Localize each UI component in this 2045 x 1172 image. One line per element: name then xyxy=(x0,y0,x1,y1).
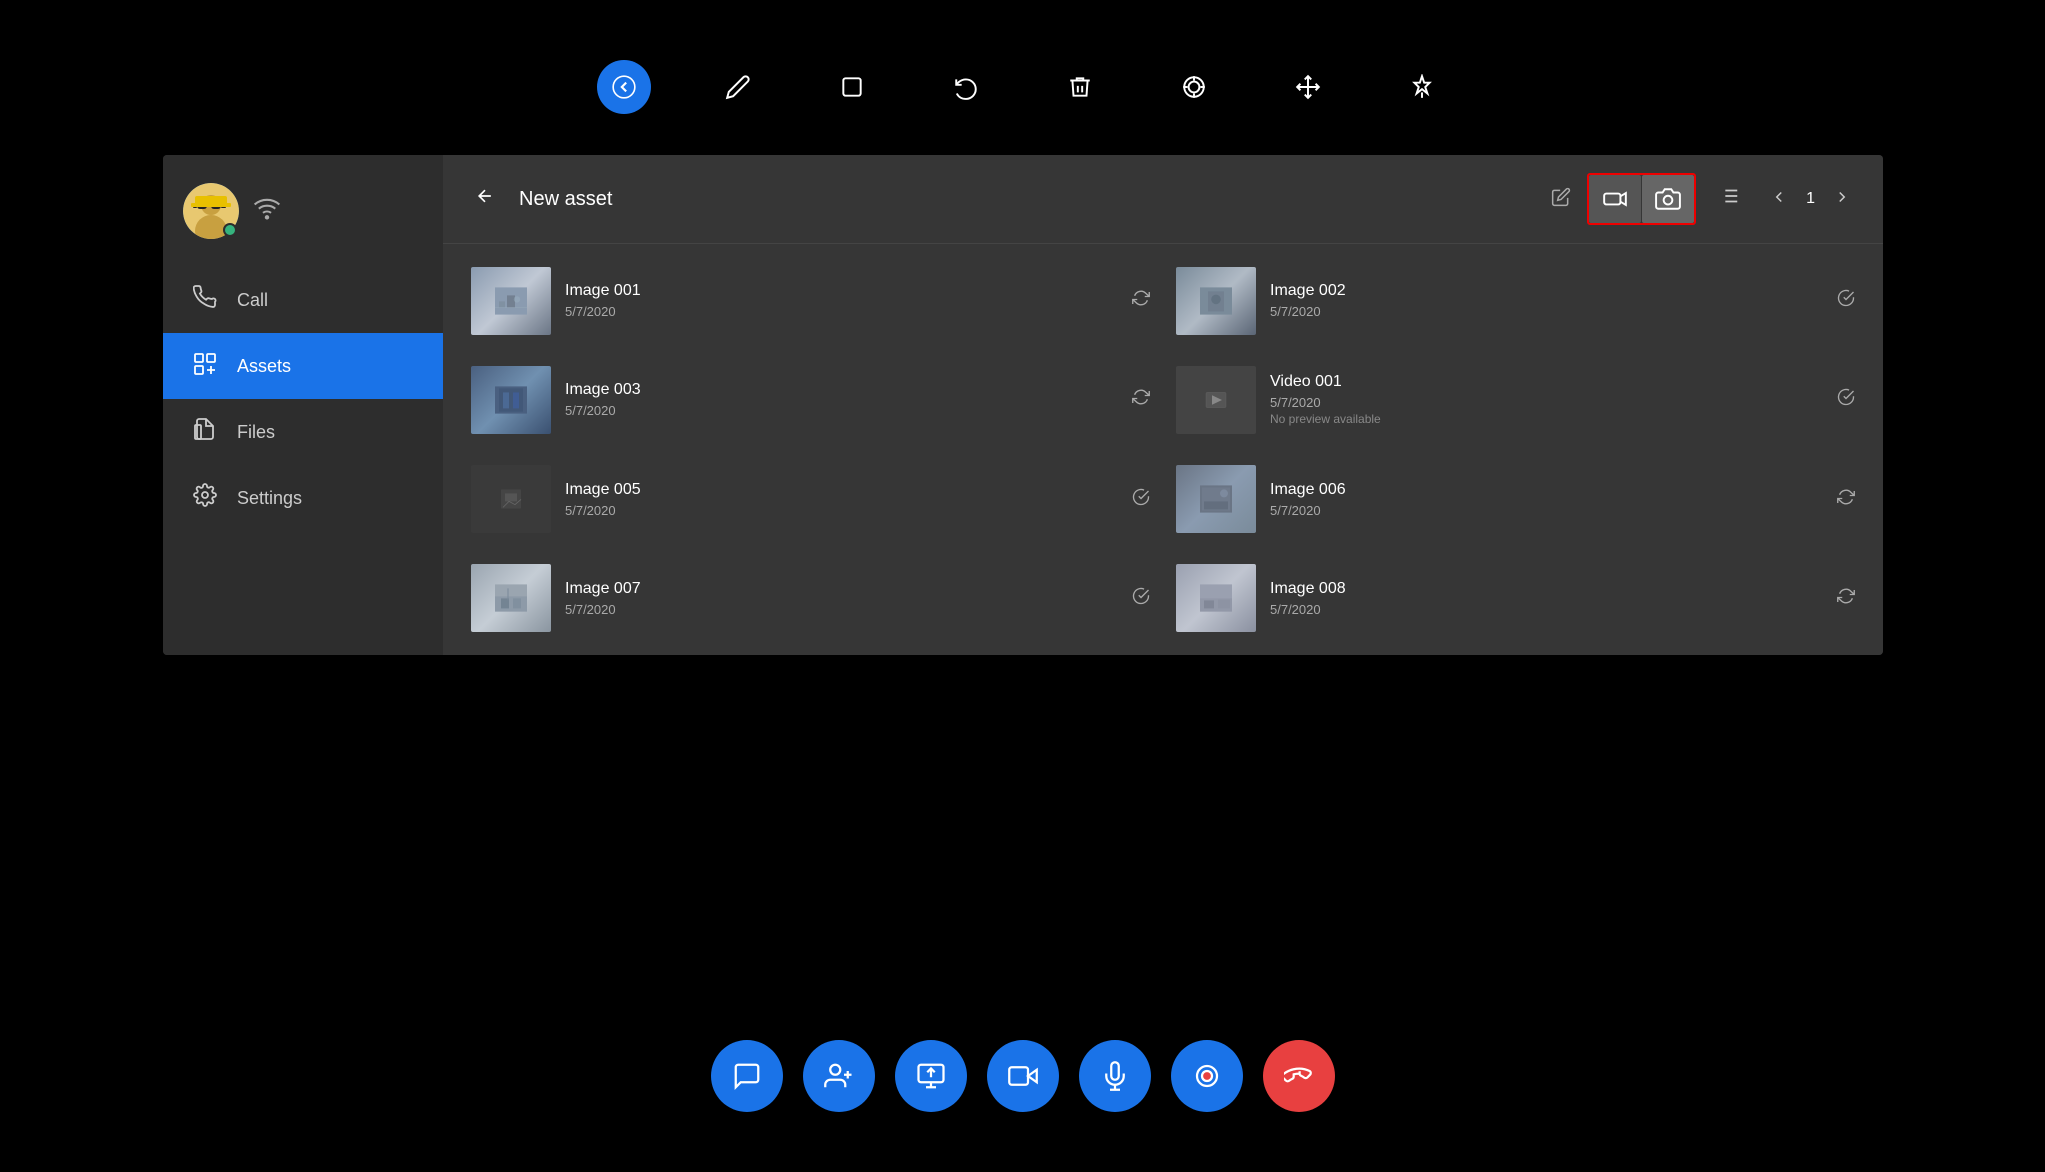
asset-date: 5/7/2020 xyxy=(1270,304,1819,319)
video-view-button[interactable] xyxy=(1589,175,1641,223)
list-item[interactable]: Video 001 5/7/2020 No preview available xyxy=(1164,351,1867,448)
asset-thumbnail xyxy=(471,465,551,533)
list-item[interactable]: Image 002 5/7/2020 xyxy=(1164,252,1867,349)
asset-info: Image 005 5/7/2020 xyxy=(565,481,1114,518)
list-item[interactable]: Image 008 5/7/2020 xyxy=(1164,550,1867,647)
asset-date: 5/7/2020 xyxy=(565,403,1114,418)
check-icon xyxy=(1837,289,1855,312)
back-button[interactable] xyxy=(467,182,503,216)
header-actions: 1 xyxy=(1587,173,1859,225)
connection-icon xyxy=(253,194,281,228)
sidebar: Call Assets xyxy=(163,155,443,655)
asset-info: Image 001 5/7/2020 xyxy=(565,282,1114,319)
asset-date: 5/7/2020 xyxy=(1270,503,1819,518)
share-screen-button[interactable] xyxy=(895,1040,967,1112)
camera-view-button[interactable] xyxy=(1642,175,1694,223)
check-icon xyxy=(1132,488,1150,511)
settings-icon xyxy=(191,483,219,513)
asset-info: Image 007 5/7/2020 xyxy=(565,580,1114,617)
list-view-button[interactable] xyxy=(1704,177,1754,221)
prev-page-button[interactable] xyxy=(1762,184,1796,215)
sync-icon xyxy=(1837,587,1855,610)
sync-icon xyxy=(1132,289,1150,312)
asset-thumbnail xyxy=(1176,465,1256,533)
asset-thumbnail xyxy=(471,366,551,434)
asset-no-preview: No preview available xyxy=(1270,412,1819,426)
target-toolbar-button[interactable] xyxy=(1167,60,1221,114)
record-button[interactable] xyxy=(1171,1040,1243,1112)
delete-toolbar-button[interactable] xyxy=(1053,60,1107,114)
asset-info: Image 008 5/7/2020 xyxy=(1270,580,1819,617)
bottom-call-bar xyxy=(711,1040,1335,1112)
sidebar-item-files[interactable]: Files xyxy=(163,399,443,465)
files-icon xyxy=(191,417,219,447)
stop-toolbar-button[interactable] xyxy=(825,60,879,114)
view-toggle-group xyxy=(1587,173,1696,225)
asset-name: Image 002 xyxy=(1270,282,1819,300)
asset-name: Image 005 xyxy=(565,481,1114,499)
top-toolbar xyxy=(597,60,1449,114)
next-page-button[interactable] xyxy=(1825,184,1859,215)
page-number: 1 xyxy=(1806,190,1815,208)
asset-name: Image 006 xyxy=(1270,481,1819,499)
check-icon xyxy=(1837,388,1855,411)
main-content: New asset xyxy=(443,155,1883,655)
pin-toolbar-button[interactable] xyxy=(1395,60,1449,114)
asset-thumbnail xyxy=(1176,564,1256,632)
asset-thumbnail xyxy=(471,564,551,632)
asset-date: 5/7/2020 xyxy=(1270,602,1819,617)
sidebar-item-files-label: Files xyxy=(237,422,275,443)
list-item[interactable]: Image 007 5/7/2020 xyxy=(459,550,1162,647)
asset-info: Image 002 5/7/2020 xyxy=(1270,282,1819,319)
video-call-button[interactable] xyxy=(987,1040,1059,1112)
mic-button[interactable] xyxy=(1079,1040,1151,1112)
asset-thumbnail xyxy=(1176,366,1256,434)
undo-toolbar-button[interactable] xyxy=(939,60,993,114)
chat-button[interactable] xyxy=(711,1040,783,1112)
end-call-button[interactable] xyxy=(1263,1040,1335,1112)
asset-info: Image 006 5/7/2020 xyxy=(1270,481,1819,518)
user-profile-area xyxy=(163,165,443,267)
move-toolbar-button[interactable] xyxy=(1281,60,1335,114)
asset-header: New asset xyxy=(443,155,1883,244)
draw-toolbar-button[interactable] xyxy=(711,60,765,114)
asset-title: New asset xyxy=(519,188,1535,211)
asset-date: 5/7/2020 xyxy=(565,304,1114,319)
asset-info: Image 003 5/7/2020 xyxy=(565,381,1114,418)
add-people-button[interactable] xyxy=(803,1040,875,1112)
back-toolbar-button[interactable] xyxy=(597,60,651,114)
sidebar-item-assets[interactable]: Assets xyxy=(163,333,443,399)
pagination: 1 xyxy=(1762,184,1859,215)
asset-name: Video 001 xyxy=(1270,373,1819,391)
check-icon xyxy=(1132,587,1150,610)
asset-name: Image 003 xyxy=(565,381,1114,399)
asset-grid: Image 001 5/7/2020 xyxy=(443,244,1883,655)
asset-date: 5/7/2020 xyxy=(565,602,1114,617)
assets-icon xyxy=(191,351,219,381)
edit-icon[interactable] xyxy=(1551,187,1571,212)
sidebar-item-assets-label: Assets xyxy=(237,356,291,377)
sidebar-navigation: Call Assets xyxy=(163,267,443,531)
asset-thumbnail xyxy=(471,267,551,335)
list-item[interactable]: Image 001 5/7/2020 xyxy=(459,252,1162,349)
asset-date: 5/7/2020 xyxy=(565,503,1114,518)
asset-name: Image 008 xyxy=(1270,580,1819,598)
phone-icon xyxy=(191,285,219,315)
sync-icon xyxy=(1132,388,1150,411)
asset-thumbnail xyxy=(1176,267,1256,335)
sidebar-item-call[interactable]: Call xyxy=(163,267,443,333)
sidebar-item-settings[interactable]: Settings xyxy=(163,465,443,531)
list-item[interactable]: Image 005 5/7/2020 xyxy=(459,451,1162,548)
asset-name: Image 001 xyxy=(565,282,1114,300)
sidebar-item-call-label: Call xyxy=(237,290,268,311)
list-item[interactable]: Image 006 5/7/2020 xyxy=(1164,451,1867,548)
asset-date: 5/7/2020 xyxy=(1270,395,1819,410)
asset-name: Image 007 xyxy=(565,580,1114,598)
app-window: Call Assets xyxy=(163,155,1883,655)
list-item[interactable]: Image 003 5/7/2020 xyxy=(459,351,1162,448)
online-indicator xyxy=(223,223,237,237)
sidebar-item-settings-label: Settings xyxy=(237,488,302,509)
sync-icon xyxy=(1837,488,1855,511)
asset-info: Video 001 5/7/2020 No preview available xyxy=(1270,373,1819,426)
